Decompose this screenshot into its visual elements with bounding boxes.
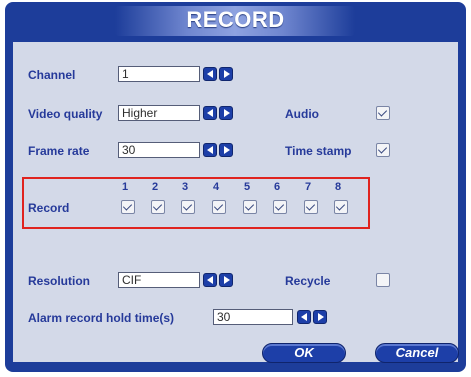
time-stamp-label: Time stamp — [285, 144, 352, 158]
channel-next-arrow-icon[interactable] — [219, 67, 233, 81]
record-channel-number: 5 — [243, 181, 251, 193]
record-label: Record — [28, 201, 70, 215]
cancel-button[interactable]: Cancel — [375, 343, 459, 363]
time-stamp-checkbox[interactable] — [376, 143, 390, 157]
record-channel-number: 8 — [334, 181, 342, 193]
resolution-next-arrow-icon[interactable] — [219, 273, 233, 287]
record-channel-8-checkbox[interactable] — [334, 200, 348, 214]
record-channel-number: 1 — [121, 181, 129, 193]
record-channel-3-checkbox[interactable] — [181, 200, 195, 214]
channel-field[interactable]: 1 — [118, 66, 200, 82]
recycle-label: Recycle — [285, 274, 331, 288]
frame-rate-label: Frame rate — [28, 144, 90, 158]
record-channel-number: 4 — [212, 181, 220, 193]
record-channel-number: 6 — [273, 181, 281, 193]
video-quality-field[interactable]: Higher — [118, 105, 200, 121]
record-channel-number: 3 — [181, 181, 189, 193]
resolution-label: Resolution — [28, 274, 90, 288]
video-quality-label: Video quality — [28, 107, 103, 121]
alarm-hold-field[interactable]: 30 — [213, 309, 293, 325]
channel-label: Channel — [28, 68, 76, 82]
record-channel-7-checkbox[interactable] — [304, 200, 318, 214]
resolution-prev-arrow-icon[interactable] — [203, 273, 217, 287]
record-channel-number: 2 — [151, 181, 159, 193]
audio-checkbox[interactable] — [376, 106, 390, 120]
frame-rate-field[interactable]: 30 — [118, 142, 200, 158]
video-quality-prev-arrow-icon[interactable] — [203, 106, 217, 120]
record-channel-4-checkbox[interactable] — [212, 200, 226, 214]
frame-rate-prev-arrow-icon[interactable] — [203, 143, 217, 157]
frame-rate-next-arrow-icon[interactable] — [219, 143, 233, 157]
alarm-hold-label: Alarm record hold time(s) — [28, 311, 175, 325]
audio-label: Audio — [285, 107, 319, 121]
record-channel-1-checkbox[interactable] — [121, 200, 135, 214]
record-channel-5-checkbox[interactable] — [243, 200, 257, 214]
record-channel-6-checkbox[interactable] — [273, 200, 287, 214]
alarm-hold-prev-arrow-icon[interactable] — [297, 310, 311, 324]
recycle-checkbox[interactable] — [376, 273, 390, 287]
alarm-hold-next-arrow-icon[interactable] — [313, 310, 327, 324]
resolution-field[interactable]: CIF — [118, 272, 200, 288]
video-quality-next-arrow-icon[interactable] — [219, 106, 233, 120]
record-channel-number: 7 — [304, 181, 312, 193]
ok-button[interactable]: OK — [262, 343, 346, 363]
channel-prev-arrow-icon[interactable] — [203, 67, 217, 81]
record-channel-2-checkbox[interactable] — [151, 200, 165, 214]
